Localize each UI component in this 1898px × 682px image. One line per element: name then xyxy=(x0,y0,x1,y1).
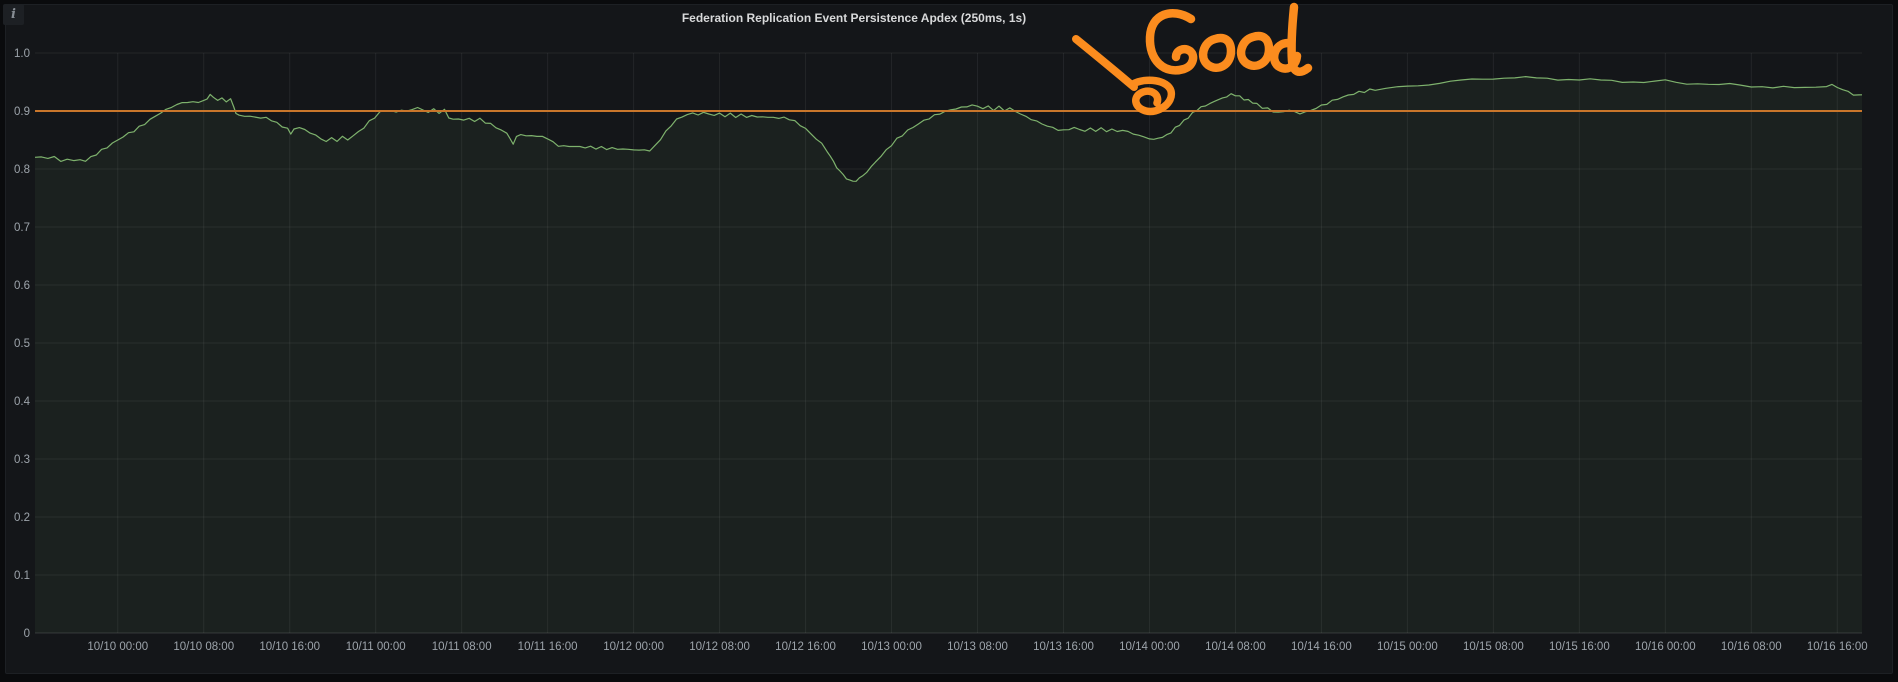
x-tick-label: 10/15 16:00 xyxy=(1549,641,1610,653)
x-tick-label: 10/16 08:00 xyxy=(1721,641,1782,653)
x-tick-label: 10/10 16:00 xyxy=(259,641,320,653)
y-tick-label: 0.7 xyxy=(14,222,30,234)
letter-o2 xyxy=(1241,36,1269,66)
y-tick-label: 0.5 xyxy=(14,338,30,350)
x-tick-label: 10/14 08:00 xyxy=(1205,641,1266,653)
panel-title[interactable]: Federation Replication Event Persistence… xyxy=(682,11,1026,25)
annotation-good-text xyxy=(1150,7,1308,72)
x-tick-label: 10/10 00:00 xyxy=(87,641,148,653)
info-icon-glyph: i xyxy=(11,8,16,21)
annotation-arrow-shaft xyxy=(1076,39,1134,87)
x-tick-label: 10/10 08:00 xyxy=(173,641,234,653)
x-tick-label: 10/13 08:00 xyxy=(947,641,1008,653)
y-tick-label: 0.9 xyxy=(14,106,30,118)
x-tick-label: 10/13 16:00 xyxy=(1033,641,1094,653)
x-tick-label: 10/11 00:00 xyxy=(346,641,406,653)
x-tick-label: 10/16 16:00 xyxy=(1807,641,1868,653)
x-tick-label: 10/15 00:00 xyxy=(1377,641,1438,653)
x-tick-label: 10/11 16:00 xyxy=(518,641,578,653)
annotation-arrow-circle xyxy=(1133,80,1171,111)
x-tick-label: 10/12 00:00 xyxy=(603,641,664,653)
x-tick-label: 10/14 16:00 xyxy=(1291,641,1352,653)
y-tick-label: 0.1 xyxy=(14,570,30,582)
panel-info-icon[interactable]: i xyxy=(3,4,24,25)
x-tick-label: 10/14 00:00 xyxy=(1119,641,1180,653)
x-tick-label: 10/13 00:00 xyxy=(861,641,922,653)
y-tick-label: 0.8 xyxy=(14,164,30,176)
x-tick-label: 10/12 08:00 xyxy=(689,641,750,653)
letter-G xyxy=(1150,13,1193,70)
timeseries-chart[interactable]: Federation Replication Event Persistence… xyxy=(0,0,1898,682)
grafana-page: i Federation Replication Event Persisten… xyxy=(0,0,1898,682)
y-tick-label: 0.2 xyxy=(14,512,30,524)
hand-drawn-annotation xyxy=(1076,7,1308,111)
y-tick-label: 0.3 xyxy=(14,454,30,466)
apdex-series xyxy=(35,77,1862,633)
x-tick-label: 10/15 08:00 xyxy=(1463,641,1524,653)
y-tick-label: 0.6 xyxy=(14,280,30,292)
x-tick-label: 10/16 00:00 xyxy=(1635,641,1696,653)
series-fill-area xyxy=(35,77,1862,633)
y-tick-label: 1.0 xyxy=(14,48,30,60)
x-tick-label: 10/11 08:00 xyxy=(432,641,492,653)
y-tick-label: 0.4 xyxy=(14,396,31,408)
y-tick-label: 0 xyxy=(24,628,30,640)
x-tick-label: 10/12 16:00 xyxy=(775,641,836,653)
